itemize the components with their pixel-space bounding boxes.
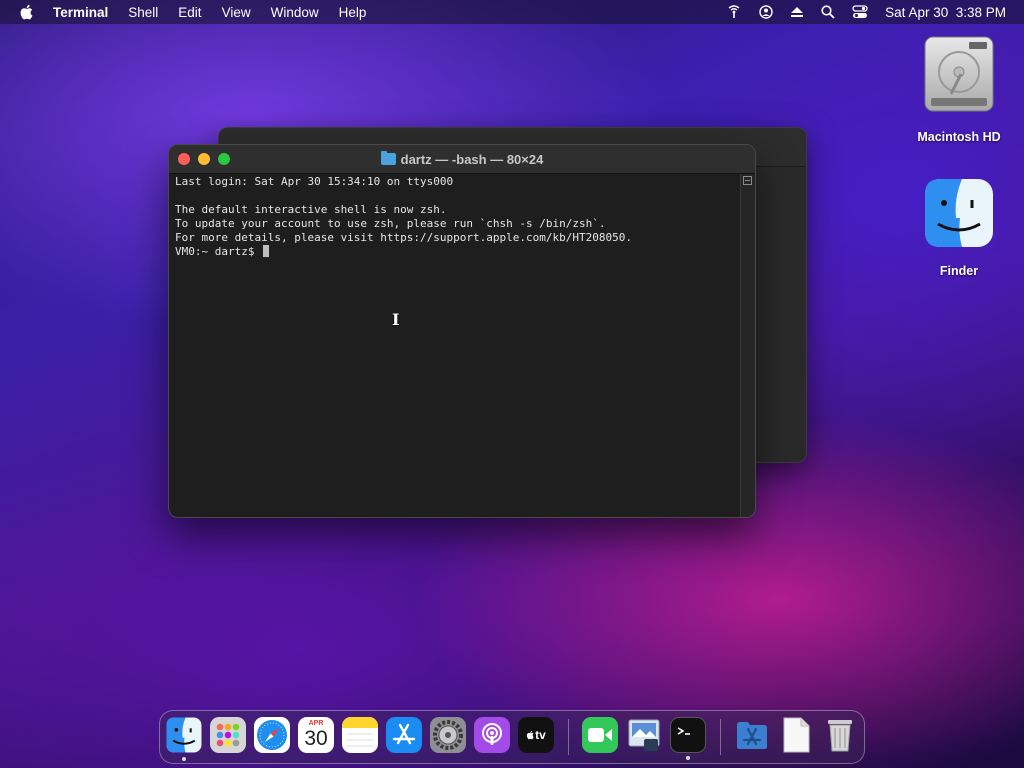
search-icon[interactable] (821, 5, 835, 19)
terminal-prompt-line[interactable]: VM0:~ dartz$ (175, 245, 735, 259)
close-button[interactable] (178, 153, 190, 165)
terminal-line: Last login: Sat Apr 30 15:34:10 on ttys0… (175, 175, 454, 188)
dock-notes[interactable] (342, 717, 378, 753)
dock-separator (568, 719, 569, 755)
calendar-day: 30 (304, 727, 328, 750)
running-indicator (686, 756, 690, 760)
app-store-icon (392, 723, 416, 745)
ibeam-cursor-icon: I (392, 310, 400, 329)
dock-facetime[interactable] (582, 717, 618, 753)
document-icon (783, 717, 810, 753)
dock-applications-folder[interactable] (734, 717, 770, 753)
apple-menu-icon[interactable] (19, 4, 33, 20)
text-cursor (263, 245, 270, 257)
dock-apple-tv[interactable]: tv (518, 717, 554, 753)
finder-icon (925, 179, 993, 247)
dock-app-store[interactable] (386, 717, 422, 753)
menu-shell[interactable]: Shell (128, 5, 158, 20)
network-icon[interactable] (726, 5, 742, 19)
terminal-line: To update your account to use zsh, pleas… (175, 217, 606, 230)
terminal-titlebar[interactable]: dartz — -bash — 80×24 (169, 145, 755, 174)
dock-system-preferences[interactable] (430, 717, 466, 753)
terminal-window[interactable]: dartz — -bash — 80×24 Last login: Sat Ap… (168, 144, 756, 518)
control-center-icon[interactable] (852, 5, 868, 19)
menu-app-name[interactable]: Terminal (53, 5, 108, 20)
dock-terminal[interactable] (670, 717, 706, 760)
desktop-icon-finder[interactable]: Finder (905, 178, 1013, 278)
preview-icon (628, 719, 660, 751)
user-icon[interactable] (759, 5, 773, 19)
dock-safari[interactable] (254, 717, 290, 753)
menu-clock[interactable]: Sat Apr 30 3:38 PM (885, 5, 1006, 20)
terminal-scrollbar[interactable] (740, 174, 755, 517)
dock-trash[interactable] (822, 717, 858, 753)
desktop-icon-macintosh-hd[interactable]: Macintosh HD (905, 34, 1013, 144)
menu-bar: Terminal Shell Edit View Window Help Sat… (0, 0, 1024, 24)
dock-preview[interactable] (626, 717, 662, 753)
desktop-icon-label: Macintosh HD (917, 130, 1001, 144)
safari-icon (257, 720, 287, 750)
apple-tv-label: tv (535, 728, 546, 742)
desktop-icon-label: Finder (939, 264, 979, 278)
menu-view[interactable]: View (222, 5, 251, 20)
applications-folder-icon (737, 722, 767, 749)
terminal-icon (677, 727, 690, 735)
dock-launchpad[interactable] (210, 717, 246, 753)
hard-drive-icon (924, 36, 994, 112)
zoom-button[interactable] (218, 153, 230, 165)
podcasts-icon (482, 723, 502, 745)
running-indicator (182, 757, 186, 761)
terminal-prompt: VM0:~ dartz$ (175, 245, 262, 258)
terminal-output[interactable]: Last login: Sat Apr 30 15:34:10 on ttys0… (169, 174, 741, 517)
minimize-button[interactable] (198, 153, 210, 165)
apple-logo-icon (527, 730, 534, 740)
split-pane-icon[interactable] (743, 176, 752, 185)
system-preferences-icon (433, 720, 463, 750)
launchpad-icon (216, 723, 240, 747)
menu-window[interactable]: Window (271, 5, 319, 20)
terminal-line: The default interactive shell is now zsh… (175, 203, 447, 216)
finder-icon (166, 717, 202, 753)
dock: APR 30 tv (159, 710, 865, 764)
terminal-title: dartz — -bash — 80×24 (400, 151, 544, 167)
dock-document[interactable] (778, 717, 814, 753)
menu-help[interactable]: Help (339, 5, 367, 20)
dock-finder[interactable] (166, 717, 202, 761)
facetime-icon (588, 728, 612, 742)
background-window-scrollbar[interactable] (753, 167, 806, 462)
dock-podcasts[interactable] (474, 717, 510, 753)
notes-icon (342, 717, 378, 747)
menu-edit[interactable]: Edit (178, 5, 201, 20)
trash-icon (828, 720, 852, 752)
dock-separator (720, 719, 721, 755)
folder-icon (380, 151, 396, 165)
dock-calendar[interactable]: APR 30 (298, 717, 334, 753)
eject-icon[interactable] (790, 6, 804, 18)
terminal-line: For more details, please visit https://s… (175, 231, 632, 244)
